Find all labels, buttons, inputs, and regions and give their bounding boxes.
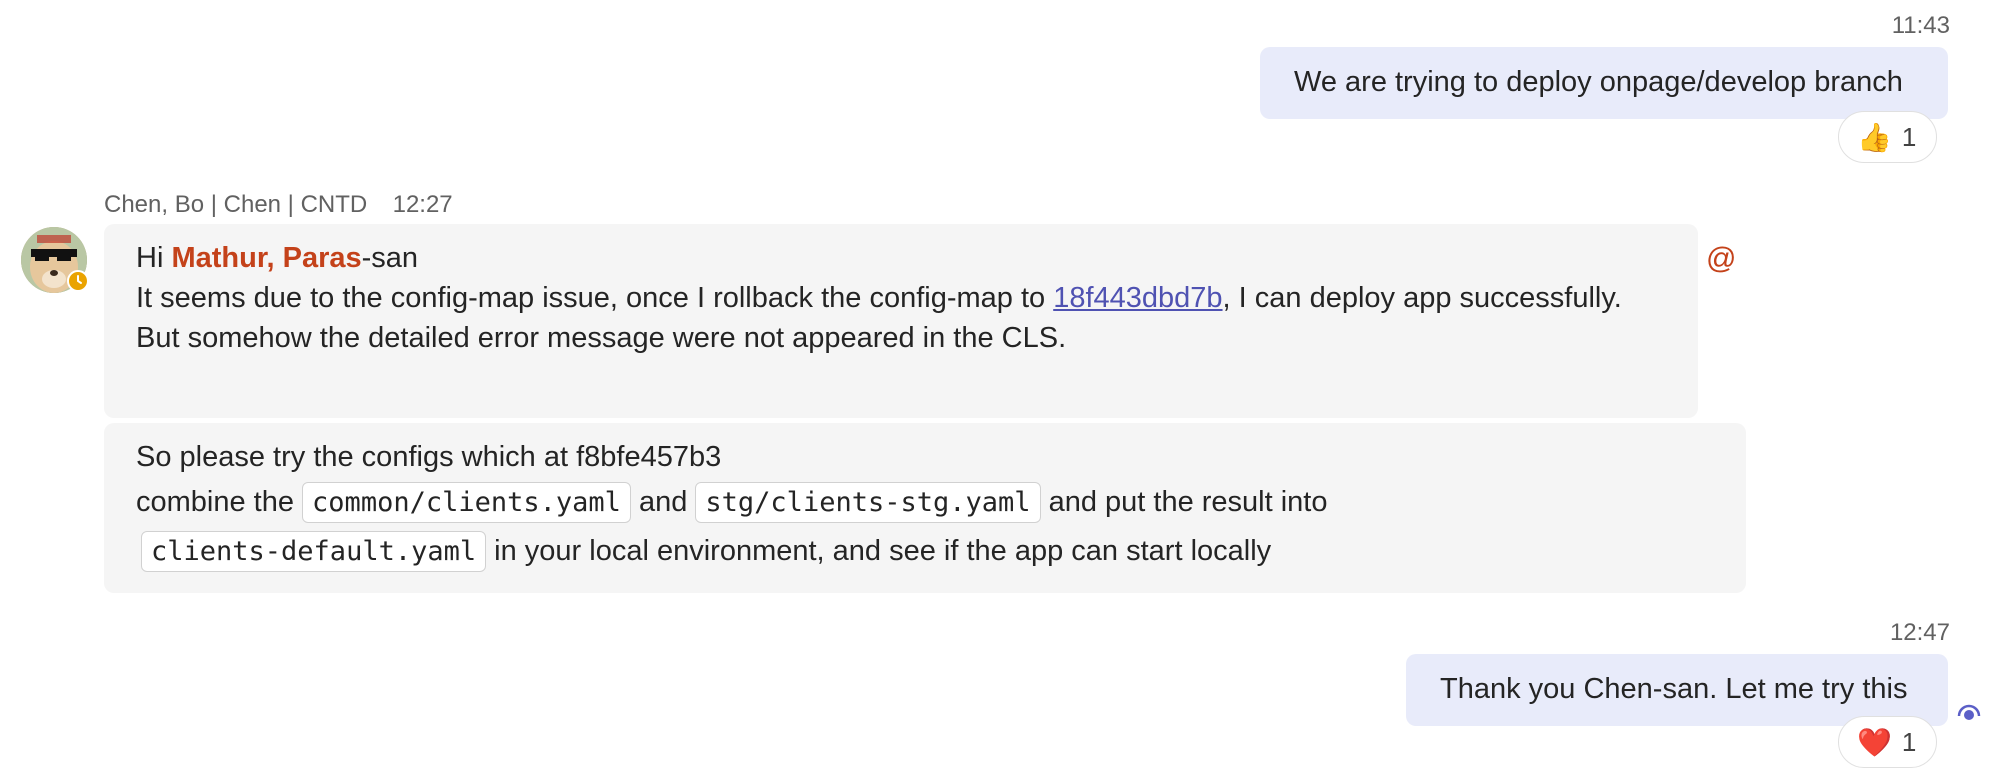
inline-code: clients-default.yaml	[141, 531, 487, 572]
read-receipt-icon	[1956, 700, 1982, 731]
message-text: Thank you Chen-san. Let me try this	[1440, 673, 1908, 705]
sender-name[interactable]: Chen, Bo | Chen | CNTD	[104, 191, 367, 218]
commit-link[interactable]: 18f443dbd7b	[1053, 282, 1222, 314]
reaction-chip[interactable]: ❤️ 1	[1838, 716, 1938, 768]
message-timestamp: 12:27	[392, 191, 453, 218]
message-text: We are trying to deploy onpage/develop b…	[1294, 66, 1903, 98]
user-mention[interactable]: Mathur, Paras	[171, 242, 361, 274]
inline-code: stg/clients-stg.yaml	[695, 482, 1041, 523]
reaction-count: 1	[1901, 121, 1917, 152]
message-timestamp: 12:47	[1889, 619, 1950, 646]
message-line: It seems due to the config-map issue, on…	[136, 282, 1622, 314]
message-timestamp: 11:43	[1891, 12, 1950, 39]
message-header: Chen, Bo | Chen | CNTD 12:27	[104, 191, 453, 219]
reaction-count: 1	[1901, 726, 1917, 757]
message-line: But somehow the detailed error message w…	[136, 322, 1067, 354]
incoming-message[interactable]: So please try the configs which at f8bfe…	[104, 423, 1746, 593]
message-line: clients-default.yaml in your local envir…	[141, 528, 1746, 575]
incoming-message[interactable]: Hi Mathur, Paras-san It seems due to the…	[104, 224, 1698, 418]
outgoing-message[interactable]: We are trying to deploy onpage/develop b…	[1260, 47, 1948, 119]
mention-indicator-icon: @	[1706, 242, 1737, 275]
message-line: So please try the configs which at f8bfe…	[136, 441, 722, 473]
status-away-icon	[67, 270, 89, 292]
heart-icon: ❤️	[1857, 726, 1892, 758]
inline-code: common/clients.yaml	[302, 482, 631, 523]
reaction-chip[interactable]: 👍 1	[1838, 111, 1938, 163]
message-line: combine the common/clients.yaml and stg/…	[136, 479, 1746, 526]
message-greeting: Hi Mathur, Paras-san	[136, 242, 419, 274]
thumbs-up-icon: 👍	[1857, 121, 1892, 153]
